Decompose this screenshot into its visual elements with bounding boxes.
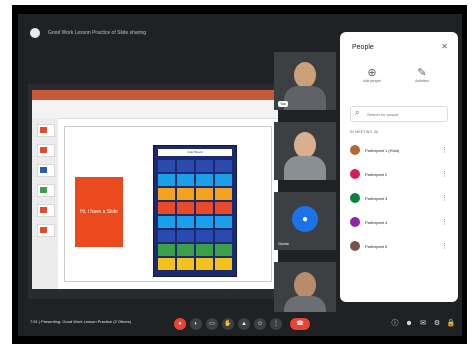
info-icon[interactable]: ⓘ (390, 318, 400, 330)
slide-thumbnail (37, 124, 55, 137)
activities-label: Activities (415, 79, 429, 83)
more-options-icon[interactable]: ⋮ (441, 194, 448, 202)
ppt-ribbon (32, 100, 278, 119)
lock-icon[interactable]: 🔒 (446, 318, 456, 330)
slide-red-box: Hi, I have a Slide (75, 177, 123, 247)
present-button[interactable]: ▲ (238, 318, 250, 330)
raise-hand-button[interactable]: ✋ (222, 318, 234, 330)
participant-row[interactable]: Participant 4 ⋮ (350, 214, 448, 230)
activities-icon[interactable]: ⚙ (432, 318, 442, 330)
reactions-button[interactable]: ☺ (254, 318, 266, 330)
participant-name: Participant 2 (365, 171, 388, 177)
mic-off-button[interactable]: ● (174, 318, 186, 330)
camera-button[interactable]: ◐ (190, 318, 202, 330)
participant-name: Participant 1 (Host) (365, 147, 400, 153)
people-icon[interactable]: ☻ (404, 318, 414, 330)
search-icon: ⌕ (355, 108, 360, 117)
current-slide: Hi, I have a Slide Quiz Board (64, 126, 272, 282)
video-tile-name: Guest (278, 241, 289, 246)
close-icon[interactable]: ✕ (441, 42, 448, 51)
participant-face (294, 132, 316, 158)
participant-name: Participant 5 (365, 243, 388, 249)
slide-thumbnail (37, 184, 55, 197)
chat-icon[interactable]: ✉ (418, 318, 428, 330)
slide-thumbnail (37, 164, 55, 177)
slide-thumbnail (37, 204, 55, 217)
slide-red-box-text: Hi, I have a Slide (80, 209, 118, 215)
banner-text: Good Work Lesson Practice of Slide shari… (48, 30, 147, 36)
participant-video-strip: You ● Guest (274, 52, 338, 336)
meet-window: Good Work Lesson Practice of Slide shari… (18, 14, 462, 336)
participant-name: Participant 3 (365, 195, 388, 201)
video-tile-name: You (278, 101, 288, 107)
avatar (350, 145, 360, 155)
more-options-button[interactable]: ⋮ (270, 318, 282, 330)
presenter-dot-icon (30, 28, 40, 38)
meeting-controls-bar: 7:51 | Presenting: Good Work Lesson Prac… (18, 312, 462, 336)
people-search-input[interactable] (365, 109, 447, 120)
video-tile[interactable] (274, 122, 336, 180)
in-meeting-section-label: IN MEETING (5) (350, 130, 379, 134)
avatar (350, 193, 360, 203)
meeting-info: 7:51 | Presenting: Good Work Lesson Prac… (30, 319, 132, 324)
activities-button[interactable]: ✎ Activities (402, 66, 442, 83)
participant-row[interactable]: Participant 2 ⋮ (350, 166, 448, 182)
participant-face (294, 272, 316, 298)
participant-name: Participant 4 (365, 219, 388, 225)
slide-thumbnail (37, 144, 55, 157)
ppt-title-bar (32, 90, 278, 100)
participant-body (284, 86, 326, 110)
participant-avatar-icon: ● (292, 206, 318, 232)
avatar (350, 241, 360, 251)
more-options-icon[interactable]: ⋮ (441, 170, 448, 178)
captions-button[interactable]: ▭ (206, 318, 218, 330)
more-options-icon[interactable]: ⋮ (441, 218, 448, 226)
leave-call-button[interactable]: ☎ (290, 318, 310, 330)
add-person-icon: ⊕ (367, 67, 377, 79)
people-panel-title: People (352, 44, 374, 51)
more-options-icon[interactable]: ⋮ (441, 242, 448, 250)
shared-powerpoint: Hi, I have a Slide Quiz Board (32, 90, 278, 289)
video-tile-avatar[interactable]: ● Guest (274, 192, 336, 250)
activities-icon: ✎ (417, 67, 427, 79)
more-options-icon[interactable]: ⋮ (441, 146, 448, 154)
participant-row[interactable]: Participant 1 (Host) ⋮ (350, 142, 448, 158)
ppt-slide-thumbnails (32, 118, 58, 289)
presentation-banner: Good Work Lesson Practice of Slide shari… (18, 20, 338, 46)
quiz-board: Quiz Board (153, 145, 237, 277)
participant-row[interactable]: Participant 3 ⋮ (350, 190, 448, 206)
avatar (350, 217, 360, 227)
participant-row[interactable]: Participant 5 ⋮ (350, 238, 448, 254)
add-people-button[interactable]: ⊕ Add people (352, 66, 392, 83)
participant-body (284, 156, 326, 180)
slide-thumbnail (37, 224, 55, 237)
add-people-label: Add people (363, 79, 381, 83)
video-tile-self[interactable]: You (274, 52, 336, 110)
people-panel: People ✕ ⊕ Add people ✎ Activities ⌕ IN … (340, 32, 458, 302)
avatar (350, 169, 360, 179)
participant-face (294, 62, 316, 88)
quiz-board-header: Quiz Board (158, 149, 232, 156)
people-search[interactable]: ⌕ (350, 106, 448, 122)
